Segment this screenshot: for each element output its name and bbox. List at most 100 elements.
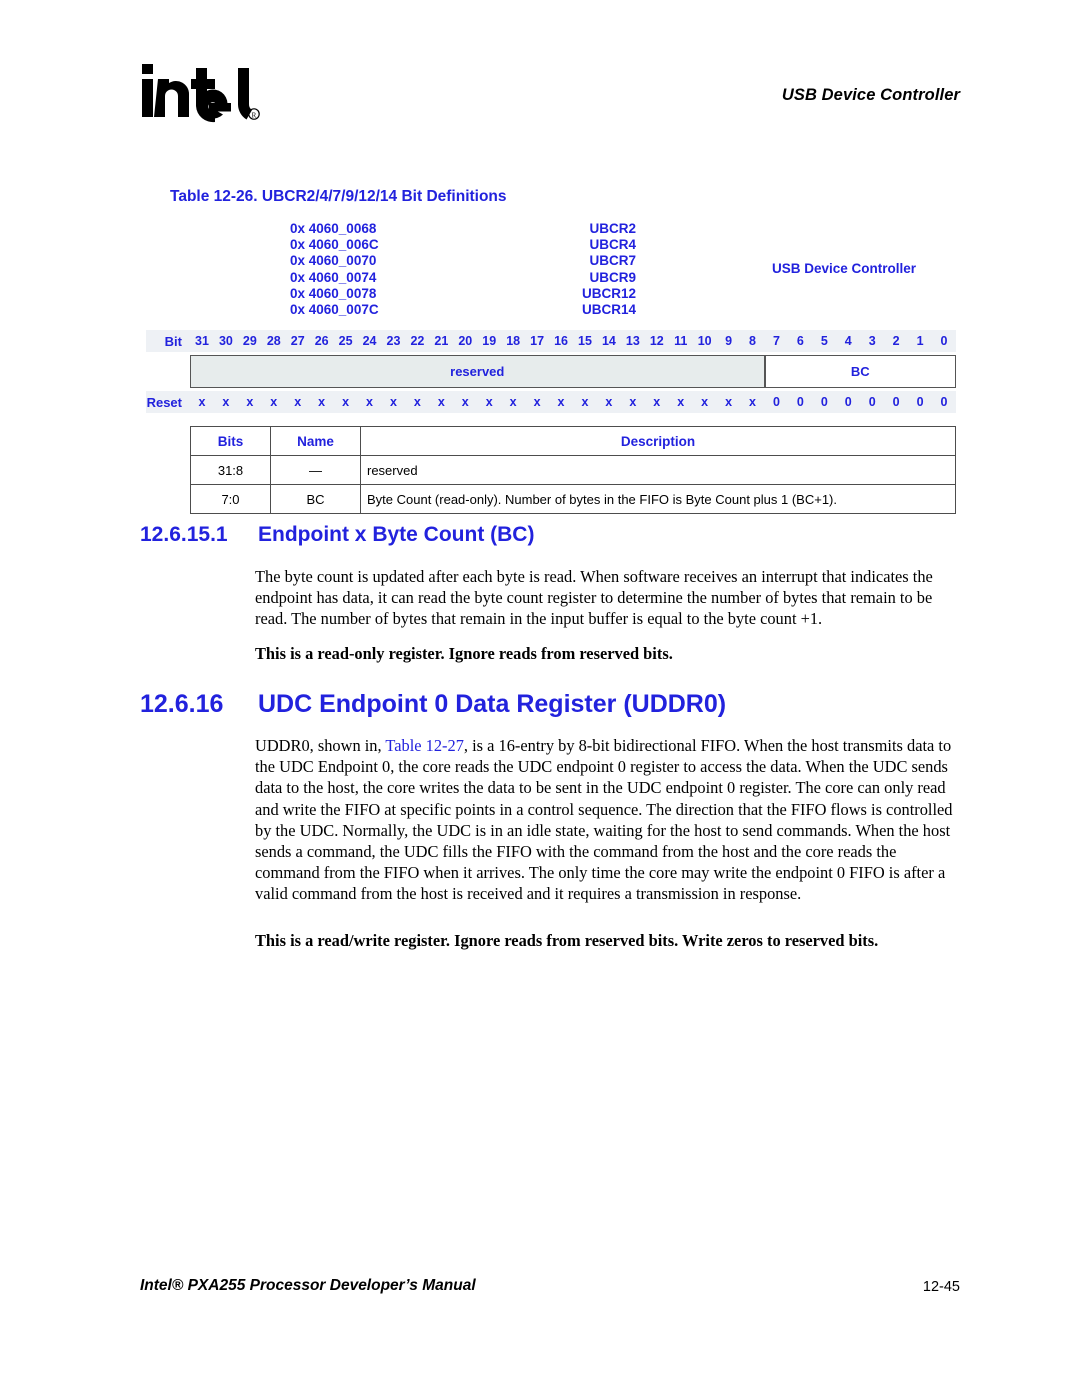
- bit-number: 9: [725, 334, 733, 348]
- table-caption: Table 12-26. UBCR2/4/7/9/12/14 Bit Defin…: [170, 188, 507, 205]
- bit-field-bc: BC: [764, 355, 956, 388]
- cross-reference-link-table-12-27[interactable]: Table 12-27: [385, 736, 464, 755]
- table-header-row: Bits Name Description: [190, 426, 956, 456]
- reset-value: x: [629, 395, 637, 409]
- reset-value: x: [605, 395, 613, 409]
- section-heading-uddr0: 12.6.16 UDC Endpoint 0 Data Register (UD…: [140, 690, 940, 724]
- reset-value: x: [509, 395, 517, 409]
- bit-number: 30: [218, 334, 233, 348]
- reset-value: 0: [892, 395, 900, 409]
- reset-value: 0: [868, 395, 876, 409]
- register-row: 0x 4060_0078 UBCR12: [190, 286, 956, 302]
- reset-value: x: [533, 395, 541, 409]
- reset-value-row: Reset x x x x x x x x x x x x x x x x x x x x x x x x 0 0 0 0 0 0 0 0: [146, 391, 956, 413]
- column-header-bits: Bits: [190, 426, 271, 456]
- bit-number: 2: [892, 334, 900, 348]
- bit-number: 0: [940, 334, 948, 348]
- reset-row-label: Reset: [146, 394, 182, 410]
- paragraph-uddr0: UDDR0, shown in, Table 12-27, is a 16-en…: [255, 735, 955, 905]
- reset-value: 0: [916, 395, 924, 409]
- intel-logo: R: [140, 62, 260, 132]
- cell-bits: 31:8: [190, 455, 271, 485]
- reset-value: 0: [820, 395, 828, 409]
- bit-field-reserved: reserved: [190, 355, 765, 388]
- note-bc: This is a read-only register. Ignore rea…: [255, 644, 673, 663]
- register-name: UBCR14: [581, 301, 636, 317]
- register-address-block: 0x 4060_0068 UBCR2 0x 4060_006C UBCR4 0x…: [190, 221, 956, 318]
- bit-number: 1: [916, 334, 924, 348]
- bit-number: 3: [868, 334, 876, 348]
- bit-number: 10: [697, 334, 712, 348]
- paragraph-bc: The byte count is updated after each byt…: [255, 567, 933, 629]
- register-name: UBCR7: [589, 253, 636, 269]
- section-heading-bc: 12.6.15.1 Endpoint x Byte Count (BC): [140, 523, 900, 551]
- note-uddr0: This is a read/write register. Ignore re…: [255, 931, 879, 950]
- bit-number: 12: [649, 334, 664, 348]
- register-name: UBCR12: [581, 285, 636, 301]
- section-number: 12.6.15.1: [140, 523, 228, 546]
- register-address: 0x 4060_0070: [290, 253, 377, 269]
- bit-diagram: Bit 31 30 29 28 27 26 25 24 23 22 21 20 19 18 17 16 15 14…: [146, 330, 956, 413]
- footer-page-number: 12-45: [922, 1279, 960, 1295]
- reset-value: x: [581, 395, 589, 409]
- bit-number: 6: [796, 334, 804, 348]
- bit-number: 18: [506, 334, 521, 348]
- register-row: 0x 4060_0068 UBCR2: [190, 221, 956, 237]
- bit-number: 7: [772, 334, 780, 348]
- bit-number: 24: [362, 334, 377, 348]
- bit-number: 20: [458, 334, 473, 348]
- bit-number: 4: [844, 334, 852, 348]
- section-number: 12.6.16: [140, 690, 224, 718]
- table-row: 31:8 — reserved: [190, 455, 956, 485]
- section-title: Endpoint x Byte Count (BC): [258, 523, 535, 546]
- column-header-name: Name: [270, 426, 361, 456]
- paragraph-text-part1: UDDR0, shown in,: [255, 736, 386, 755]
- reset-value: x: [653, 395, 661, 409]
- reset-value: 0: [772, 395, 780, 409]
- reset-value: x: [725, 395, 733, 409]
- bit-row-label: Bit: [164, 333, 182, 349]
- reset-value: 0: [844, 395, 852, 409]
- reset-value: 0: [796, 395, 804, 409]
- bit-number-cells: 31 30 29 28 27 26 25 24 23 22 21 20 19 18 17 16 15 14 13 12…: [190, 330, 956, 352]
- register-row: 0x 4060_007C UBCR14: [190, 302, 956, 318]
- register-row: 0x 4060_006C UBCR4: [190, 237, 956, 253]
- reset-value: x: [701, 395, 709, 409]
- reset-value: x: [366, 395, 373, 409]
- reset-value: x: [461, 395, 469, 409]
- page-header: R USB Device Controller: [0, 0, 1080, 150]
- reset-value: 0: [940, 395, 948, 409]
- bit-number: 31: [195, 334, 209, 348]
- register-name: UBCR2: [589, 221, 636, 236]
- cell-bits: 7:0: [190, 484, 271, 514]
- register-address: 0x 4060_0074: [290, 269, 377, 285]
- bit-number: 5: [820, 334, 828, 348]
- bit-number: 22: [410, 334, 425, 348]
- reset-value: x: [677, 395, 685, 409]
- register-block-side-label: USB Device Controller: [772, 261, 917, 276]
- bit-number: 11: [674, 334, 688, 348]
- column-header-description: Description: [360, 426, 956, 456]
- bit-description-table: Bits Name Description 31:8 — reserved 7:…: [190, 426, 956, 514]
- footer-manual-title: Intel® PXA255 Processor Developer’s Manu…: [140, 1277, 476, 1294]
- register-name: UBCR9: [589, 269, 636, 285]
- reset-value: x: [270, 395, 278, 409]
- reset-value: x: [485, 395, 493, 409]
- register-address: 0x 4060_006C: [290, 237, 379, 253]
- bit-number: 13: [625, 334, 640, 348]
- svg-text:R: R: [252, 111, 257, 119]
- bit-number: 17: [530, 334, 545, 348]
- bit-number: 28: [266, 334, 281, 348]
- bit-number: 21: [434, 334, 449, 348]
- bit-number: 27: [290, 334, 305, 348]
- section-title: UDC Endpoint 0 Data Register (UDDR0): [258, 690, 727, 718]
- reset-value: x: [246, 395, 254, 409]
- register-address: 0x 4060_007C: [290, 301, 379, 317]
- bit-number: 23: [386, 334, 401, 348]
- bit-number: 8: [749, 334, 756, 348]
- reset-value-cells: x x x x x x x x x x x x x x x x x x x x x x x x 0 0 0 0 0 0 0 0: [190, 391, 956, 413]
- reset-value: x: [342, 395, 350, 409]
- cell-description: Byte Count (read-only). Number of bytes …: [360, 484, 956, 514]
- register-address: 0x 4060_0068: [290, 221, 377, 236]
- reset-value: x: [294, 395, 302, 409]
